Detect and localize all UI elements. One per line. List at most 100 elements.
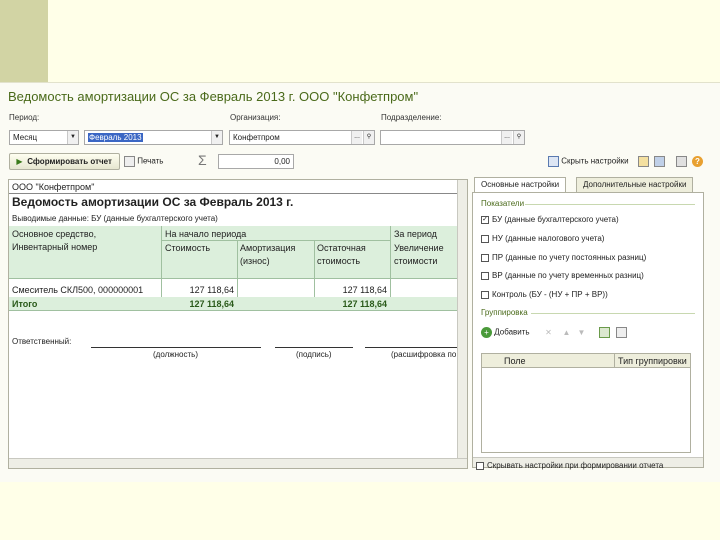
signature-line	[275, 347, 353, 348]
help-icon[interactable]: ?	[692, 156, 703, 167]
signature-line	[365, 347, 459, 348]
hide-settings-button[interactable]: Скрыть настройки	[548, 156, 629, 167]
col-residual-line2: стоимость	[317, 256, 361, 266]
arrow-up-icon[interactable]: ▲	[561, 327, 572, 338]
indicator-bu-checkbox[interactable]: ✓ БУ (данные бухгалтерского учета)	[481, 215, 619, 224]
divider	[161, 240, 390, 241]
organization-field[interactable]: Конфетпром ... ⚲	[229, 130, 375, 145]
grouping-title: Группировка	[481, 308, 528, 317]
divider	[9, 193, 459, 194]
search-icon[interactable]: ⚲	[513, 131, 524, 144]
grouping-col-type: Тип группировки	[618, 356, 687, 366]
report-heading: Ведомость амортизации ОС за Февраль 2013…	[12, 195, 294, 209]
vertical-scrollbar[interactable]	[457, 180, 467, 460]
indicator-label: НУ (данные налогового учета)	[492, 234, 605, 243]
print-label: Печать	[137, 156, 164, 166]
department-label: Подразделение:	[381, 113, 442, 122]
report-company: ООО "Конфетпром"	[12, 182, 95, 192]
checkbox-icon[interactable]	[481, 253, 489, 262]
divider	[9, 310, 459, 311]
total-cost: 127 118,64	[189, 299, 234, 309]
hide-on-generate-checkbox[interactable]: Скрывать настройки при формировании отче…	[476, 461, 663, 470]
chevron-down-icon[interactable]: ▼	[211, 131, 222, 144]
checkbox-icon[interactable]	[481, 290, 489, 299]
total-label: Итого	[12, 299, 38, 309]
col-residual-line1: Остаточная	[317, 243, 366, 253]
select-dots-icon[interactable]: ...	[501, 131, 512, 144]
generate-report-button[interactable]: ▶ Сформировать отчет	[9, 153, 120, 170]
hide-settings-label: Скрыть настройки	[561, 156, 629, 166]
report-spreadsheet[interactable]: ООО "Конфетпром" Ведомость амортизации О…	[8, 179, 468, 469]
grouping-col-field: Поле	[504, 356, 526, 366]
checkbox-icon[interactable]	[476, 461, 484, 470]
period-value-select[interactable]: Февраль 2013 ▼	[84, 130, 223, 145]
divider	[9, 278, 459, 279]
settings-panel: Основные настройки Дополнительные настро…	[472, 177, 704, 468]
period-type-select[interactable]: Месяц ▼	[9, 130, 79, 145]
col-cost: Стоимость	[165, 243, 211, 253]
folder-icon[interactable]	[638, 156, 649, 167]
tab-extra-settings[interactable]: Дополнительные настройки	[576, 177, 694, 192]
organization-value: Конфетпром	[233, 133, 280, 142]
col-amortization-line2: (износ)	[240, 256, 270, 266]
generate-report-label: Сформировать отчет	[27, 157, 112, 166]
indicator-label: БУ (данные бухгалтерского учета)	[492, 215, 619, 224]
col-amortization-line1: Амортизация	[240, 243, 296, 253]
col-increase-line1: Увеличение	[394, 243, 444, 253]
settings-panel-icon	[548, 156, 559, 167]
row-cost[interactable]: 127 118,64	[161, 285, 234, 295]
add-grouping-button[interactable]: + Добавить	[481, 327, 530, 338]
report-window: Ведомость амортизации ОС за Февраль 2013…	[0, 82, 720, 482]
period-label: Период:	[9, 113, 40, 122]
organization-label: Организация:	[230, 113, 281, 122]
divider	[614, 354, 615, 368]
indicator-pr-checkbox[interactable]: ПР (данные по учету постоянных разниц)	[481, 253, 646, 262]
indicator-label: Контроль (БУ - (НУ + ПР + ВР))	[492, 290, 608, 299]
select-dots-icon[interactable]: ...	[351, 131, 362, 144]
checkbox-icon[interactable]	[481, 271, 489, 280]
delete-icon[interactable]: ✕	[543, 327, 554, 338]
check-all-icon[interactable]	[599, 327, 610, 338]
checkbox-checked-icon[interactable]: ✓	[481, 215, 489, 224]
sig-decoding-caption: (расшифровка по	[391, 350, 457, 359]
divider	[525, 204, 695, 205]
divider	[531, 313, 695, 314]
row-asset-name[interactable]: Смеситель СКЛ500, 000000001	[12, 285, 143, 295]
copy-icon[interactable]	[616, 327, 627, 338]
sig-signature-caption: (подпись)	[296, 350, 332, 359]
chevron-down-icon[interactable]: ▼	[67, 131, 78, 144]
print-button[interactable]: Печать	[124, 156, 163, 167]
sig-position-caption: (должность)	[153, 350, 198, 359]
responsible-label: Ответственный:	[12, 337, 72, 346]
horizontal-scrollbar[interactable]	[9, 458, 467, 468]
indicator-label: ПР (данные по учету постоянных разниц)	[492, 253, 647, 262]
checkbox-icon[interactable]	[481, 234, 489, 243]
col-increase-line2: стоимости	[394, 256, 438, 266]
save-icon[interactable]	[654, 156, 665, 167]
slide-decoration	[0, 0, 48, 82]
hide-on-generate-label: Скрывать настройки при формировании отче…	[487, 461, 664, 470]
department-field[interactable]: ... ⚲	[380, 130, 525, 145]
settings-icon[interactable]	[676, 156, 687, 167]
arrow-down-icon[interactable]: ▼	[576, 327, 587, 338]
indicator-control-checkbox[interactable]: Контроль (БУ - (НУ + ПР + ВР))	[481, 290, 608, 299]
indicator-vr-checkbox[interactable]: ВР (данные по учету временных разниц)	[481, 271, 644, 280]
indicator-nu-checkbox[interactable]: НУ (данные налогового учета)	[481, 234, 604, 243]
sigma-icon[interactable]: Σ	[198, 152, 207, 168]
period-type-value: Месяц	[13, 133, 38, 142]
settings-body: Показатели ✓ БУ (данные бухгалтерского уч…	[472, 192, 704, 468]
indicator-label: ВР (данные по учету временных разниц)	[492, 271, 644, 280]
col-for-period: За период	[394, 229, 437, 239]
signature-line	[91, 347, 261, 348]
printer-icon	[124, 156, 135, 167]
search-icon[interactable]: ⚲	[363, 131, 374, 144]
play-icon: ▶	[16, 157, 23, 167]
add-icon: +	[481, 327, 492, 338]
tab-main-settings[interactable]: Основные настройки	[474, 177, 567, 193]
grouping-table[interactable]: Поле Тип группировки	[481, 353, 691, 453]
total-row	[9, 297, 459, 310]
col-start-period: На начало периода	[165, 229, 247, 239]
sum-field: 0,00	[218, 154, 294, 169]
row-residual[interactable]: 127 118,64	[314, 285, 387, 295]
col-asset-line1: Основное средство,	[12, 229, 97, 239]
